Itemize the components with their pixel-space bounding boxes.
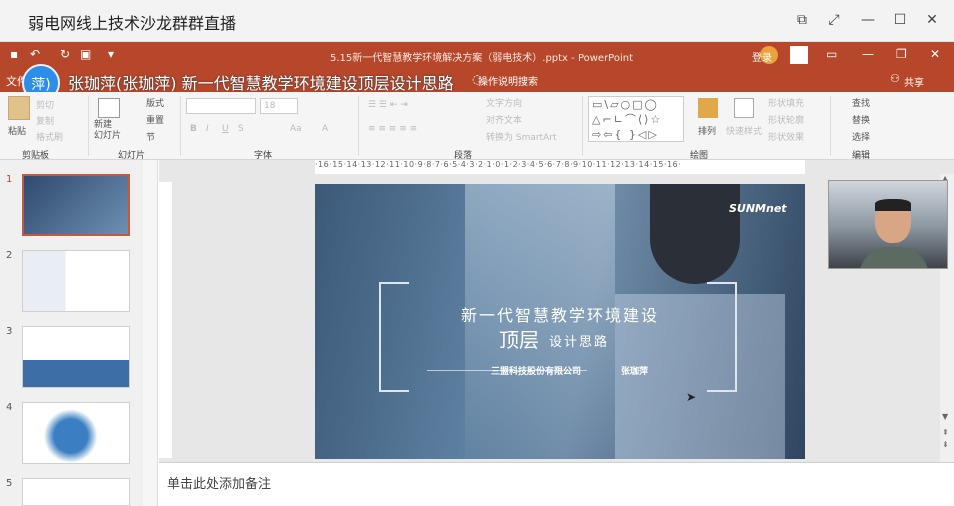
ppt-minimize-icon[interactable]: — (862, 47, 874, 61)
new-slide-icon[interactable] (98, 98, 120, 118)
quick-styles-icon[interactable] (734, 98, 754, 118)
italic-button[interactable]: I (206, 124, 209, 134)
bold-button[interactable]: B (190, 124, 197, 134)
replace-button[interactable]: 替换 (852, 113, 870, 126)
separator (88, 96, 89, 156)
thumbnail-number: 4 (6, 402, 13, 413)
arrange-button[interactable]: 排列 (698, 124, 716, 137)
prev-slide-icon[interactable]: ⇞ (942, 428, 949, 437)
ppt-title-bar: ▪ ↶ ↻ ▣ ▾ 5.15新一代智慧教学环境解决方案（弱电技术）.pptx -… (0, 42, 954, 68)
ppt-close-icon[interactable]: ✕ (930, 47, 940, 61)
presenter-hair (875, 199, 911, 211)
mouse-cursor-icon: ➤ (686, 390, 697, 404)
separator (830, 96, 831, 156)
thumbnail-number: 2 (6, 250, 13, 261)
scroll-down-icon[interactable]: ▼ (942, 412, 948, 421)
undo-icon[interactable]: ↶ (30, 47, 40, 61)
ribbon-display-icon[interactable]: ▭ (826, 47, 837, 61)
find-button[interactable]: 查找 (852, 96, 870, 109)
slide-thumbnail-4[interactable] (22, 402, 130, 464)
format-painter-button[interactable]: 格式刷 (36, 130, 63, 143)
ppt-restore-icon[interactable]: ❐ (896, 47, 907, 61)
app-title: 弱电网线上技术沙龙群群直播 (28, 14, 237, 33)
font-color-button[interactable]: A (322, 124, 328, 134)
start-slideshow-icon[interactable]: ▣ (80, 47, 91, 61)
shadow-button[interactable]: S (238, 124, 244, 134)
minimize-icon[interactable]: — (858, 10, 878, 30)
slide-thumbnail-1[interactable] (22, 174, 130, 236)
child-hair-image (650, 184, 740, 284)
slide-thumbnail-3[interactable] (22, 326, 130, 388)
tell-me-search[interactable]: 操作说明搜索 (478, 73, 538, 88)
arrange-icon[interactable] (698, 98, 718, 118)
thumbnail-number: 3 (6, 326, 13, 337)
shape-effects-button[interactable]: 形状效果 (768, 130, 804, 143)
separator (180, 96, 181, 156)
notes-pane[interactable]: 单击此处添加备注 (159, 462, 954, 506)
layout-button[interactable]: 版式 (146, 96, 164, 109)
user-avatar-icon[interactable] (790, 46, 808, 64)
new-slide-button[interactable]: 新建 幻灯片 (94, 120, 126, 142)
thumbnail-number: 1 (6, 174, 13, 185)
shape-outline-button[interactable]: 形状轮廓 (768, 113, 804, 126)
bracket-right (707, 282, 737, 392)
sunmnet-logo: SUNMnet (729, 202, 787, 215)
share-icon: ⚇ (890, 72, 900, 85)
app-title-bar: 弱电网线上技术沙龙群群直播 ⧉ ⤢ — ☐ ✕ (0, 0, 954, 42)
paste-icon[interactable] (8, 96, 30, 120)
save-icon[interactable]: ▪ (10, 47, 18, 61)
current-slide[interactable]: SUNMnet 新一代智慧教学环境建设 顶层 设计思路 三盟科技股份有限公司 张… (315, 184, 805, 459)
speaker-overlay-name: 张珈萍(张珈萍) 新一代智慧教学环境建设顶层设计思路 (68, 74, 454, 93)
slide-company: 三盟科技股份有限公司 (491, 367, 582, 377)
cut-button[interactable]: 剪切 (36, 98, 54, 111)
slide-title: 新一代智慧教学环境建设 (460, 306, 659, 325)
section-button[interactable]: 节 (146, 130, 155, 143)
text-direction-button[interactable]: 文字方向 (486, 96, 522, 109)
presenter-webcam (828, 180, 948, 269)
separator (358, 96, 359, 156)
pin-icon[interactable]: ⧉ (792, 10, 812, 30)
slide-subtitle-big: 顶层 (499, 328, 539, 352)
quick-access-dropdown-icon[interactable]: ▾ (108, 47, 114, 61)
font-case-button[interactable]: Aa (290, 124, 302, 134)
separator (582, 96, 583, 156)
slide-presenter: 张珈萍 (621, 367, 649, 377)
reset-button[interactable]: 重置 (146, 113, 164, 126)
maximize-icon[interactable]: ☐ (890, 10, 910, 30)
font-name-combo[interactable] (186, 98, 256, 114)
next-slide-icon[interactable]: ⇟ (942, 440, 949, 449)
font-size-combo[interactable]: 18 (260, 98, 298, 114)
paste-button[interactable]: 粘贴 (8, 124, 26, 137)
bullets-button[interactable]: ☰ ☰ ⇤ ⇥ (368, 100, 408, 110)
slide-thumbnail-2[interactable] (22, 250, 130, 312)
thumbnail-scrollbar[interactable] (143, 160, 157, 506)
share-button[interactable]: 共享 (904, 74, 924, 89)
slide-subtitle-rest: 设计思路 (549, 335, 610, 350)
copy-button[interactable]: 复制 (36, 114, 54, 127)
select-button[interactable]: 选择 (852, 130, 870, 143)
document-title: 5.15新一代智慧教学环境解决方案（弱电技术）.pptx - PowerPoin… (330, 53, 634, 64)
thumbnail-number: 5 (6, 478, 13, 489)
vertical-ruler (158, 182, 172, 458)
shapes-gallery[interactable]: ▭\▱○□◯ △⌐∟⌒⟨⟩☆ ⇨⇦{ }◁▷ (588, 96, 684, 142)
quick-styles-button[interactable]: 快速样式 (726, 124, 762, 137)
login-link[interactable]: 登录 (752, 49, 772, 64)
underline-button[interactable]: U (222, 124, 229, 134)
slide-thumbnail-5[interactable] (22, 478, 130, 506)
align-buttons[interactable]: ≡ ≡ ≡ ≡ ≡ (368, 124, 417, 134)
notes-placeholder: 单击此处添加备注 (167, 477, 272, 492)
shape-fill-button[interactable]: 形状填充 (768, 96, 804, 109)
expand-icon[interactable]: ⤢ (824, 10, 844, 30)
horizontal-ruler: ·16·15·14·13·12·11·10·9·8·7·6·5·4·3·2·1·… (315, 160, 805, 174)
bracket-left (379, 282, 409, 392)
close-icon[interactable]: ✕ (922, 10, 942, 30)
redo-icon[interactable]: ↻ (60, 47, 70, 61)
align-text-button[interactable]: 对齐文本 (486, 113, 522, 126)
smartart-button[interactable]: 转换为 SmartArt (486, 130, 556, 143)
